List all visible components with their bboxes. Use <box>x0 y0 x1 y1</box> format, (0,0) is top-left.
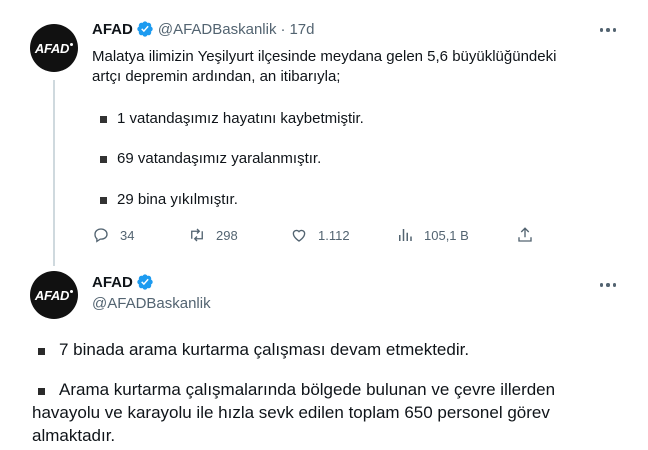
author-handle[interactable]: @AFADBaskanlik <box>158 21 277 38</box>
author-name[interactable]: AFAD <box>92 21 133 38</box>
timestamp[interactable]: 17d <box>289 21 314 38</box>
verified-badge-icon <box>137 21 153 37</box>
author-name[interactable]: AFAD <box>92 274 133 291</box>
bullet-square-icon <box>100 115 107 123</box>
bullet-item: Arama kurtarma çalışmalarında bölgede bu… <box>32 378 555 401</box>
bullet-text: 7 binada arama kurtarma çalışması devam … <box>59 340 470 359</box>
avatar-label: AFAD <box>34 40 70 56</box>
tweet-header: AFAD <box>92 273 154 291</box>
bullet-text-continuation: havayolu ve karayolu ile hızla sevk edil… <box>32 403 550 422</box>
views-bar-chart-icon <box>399 229 412 241</box>
share-icon <box>518 227 532 242</box>
retweet-icon <box>191 228 203 242</box>
avatar-label: AFAD <box>34 287 70 303</box>
reply-count: 34 <box>120 227 135 243</box>
bullet-item: 69 vatandaşımız yaralanmıştır. <box>100 149 321 169</box>
more-options-icon[interactable] <box>596 277 620 293</box>
retweet-count: 298 <box>216 227 238 243</box>
tweet-1[interactable]: AFAD AFAD @AFADBaskanlik · 17d Malatya i… <box>0 0 648 266</box>
bullet-square-icon <box>100 155 107 163</box>
tweet-header: AFAD @AFADBaskanlik · 17d <box>92 20 314 38</box>
avatar-dot <box>70 289 74 293</box>
views-count: 105,1 B <box>424 227 469 243</box>
share-button[interactable] <box>516 226 544 244</box>
bullet-square-icon <box>38 388 45 395</box>
like-button[interactable]: 1.112 <box>290 226 350 244</box>
bullet-item: 7 binada arama kurtarma çalışması devam … <box>32 338 469 361</box>
bullet-square-icon <box>38 348 45 355</box>
bullet-text: 29 bina yıkılmıştır. <box>117 191 238 208</box>
author-handle[interactable]: @AFADBaskanlik <box>92 295 211 312</box>
reply-button[interactable]: 34 <box>92 226 134 244</box>
views-button[interactable]: 105,1 B <box>396 226 469 244</box>
action-bar: 34 298 1.112 105,1 B <box>92 226 562 246</box>
avatar-dot <box>70 42 74 46</box>
avatar[interactable]: AFAD <box>30 24 78 72</box>
bullet-square-icon <box>100 196 107 204</box>
bullet-text: 1 vatandaşımız hayatını kaybetmiştir. <box>117 110 364 127</box>
bullet-text: 69 vatandaşımız yaralanmıştır. <box>117 150 322 167</box>
separator: · <box>280 20 286 38</box>
like-count: 1.112 <box>318 227 350 243</box>
retweet-button[interactable]: 298 <box>188 226 238 244</box>
reply-icon <box>94 228 108 243</box>
avatar[interactable]: AFAD <box>30 271 78 319</box>
tweet-text-line: Malatya ilimizin Yeşilyurt ilçesinde mey… <box>92 48 557 65</box>
bullet-text: Arama kurtarma çalışmalarında bölgede bu… <box>59 380 556 399</box>
bullet-item: 1 vatandaşımız hayatını kaybetmiştir. <box>100 109 364 129</box>
bullet-text-continuation: almaktadır. <box>32 426 116 445</box>
tweet-text-line: artçı depremin ardından, an itibarıyla; <box>92 68 341 85</box>
verified-badge-icon <box>137 274 153 290</box>
tweet-2[interactable]: AFAD AFAD @AFADBaskanlik 7 binada arama … <box>0 262 648 450</box>
tweet-text: Malatya ilimizin Yeşilyurt ilçesinde mey… <box>92 47 612 87</box>
more-options-icon[interactable] <box>596 22 620 38</box>
thread-line <box>53 80 55 266</box>
bullet-item: 29 bina yıkılmıştır. <box>100 190 238 210</box>
heart-icon <box>292 229 306 242</box>
